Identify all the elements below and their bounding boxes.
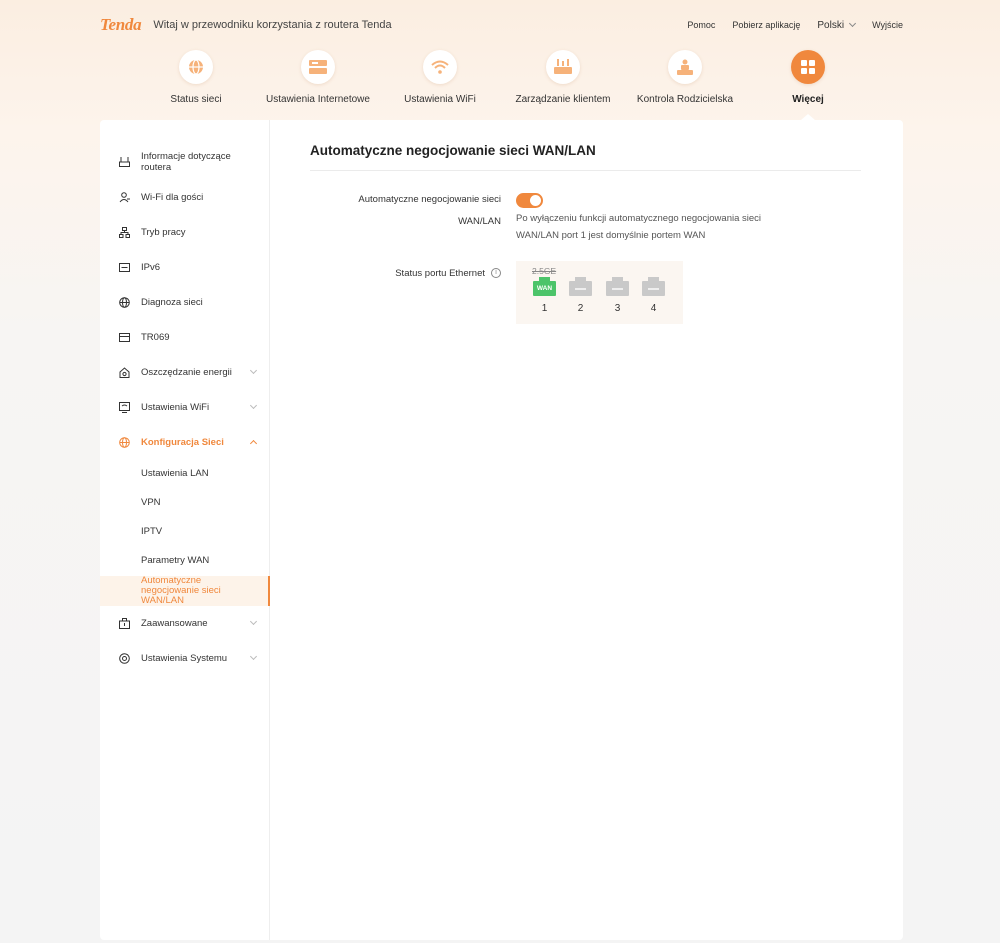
sidebar-item-tr069[interactable]: TR069	[100, 330, 270, 344]
topology-icon	[118, 226, 130, 238]
sidebar-item-work-mode[interactable]: Tryb pracy	[100, 225, 270, 239]
router-icon	[546, 50, 580, 84]
toolbox-icon	[118, 617, 130, 629]
guest-icon	[118, 191, 130, 203]
logout-link[interactable]: Wyjście	[872, 20, 903, 30]
sidebar-item-router-info[interactable]: Informacje dotyczące routera	[100, 151, 270, 173]
port-number: 4	[650, 303, 657, 314]
nav-label: Status sieci	[170, 94, 222, 105]
top-links: Pomoc Pobierz aplikację Polski Wyjście	[670, 20, 903, 31]
nav-ustawienia-internetowe[interactable]: Ustawienia Internetowe	[258, 50, 378, 105]
sidebar-subitem-lan-settings[interactable]: Ustawienia LAN	[100, 468, 270, 479]
main-panel: Informacje dotyczące routera Wi-Fi dla g…	[100, 120, 903, 940]
globe-icon	[179, 50, 213, 84]
chevron-up-icon[interactable]	[249, 439, 258, 448]
chevron-down-icon[interactable]	[249, 617, 258, 626]
top-bar: Tenda Witaj w przewodniku korzystania z …	[100, 14, 903, 36]
sidebar-subitem-wan-params[interactable]: Parametry WAN	[100, 555, 270, 566]
sidebar-item-wifi-settings[interactable]: Ustawienia WiFi	[100, 400, 270, 414]
ipv6-icon	[118, 261, 130, 273]
welcome-text: Witaj w przewodniku korzystania z router…	[153, 19, 392, 31]
toggle-knob	[530, 195, 541, 206]
chevron-down-icon[interactable]	[249, 652, 258, 661]
sidebar-item-energy-saving[interactable]: Oszczędzanie energii	[100, 365, 270, 379]
sidebar-subitem-vpn[interactable]: VPN	[100, 497, 270, 508]
tenda-logo[interactable]: Tenda	[100, 15, 142, 35]
nav-ustawienia-wifi[interactable]: Ustawienia WiFi	[380, 50, 500, 105]
nav-label: Więcej	[792, 94, 824, 105]
language-label: Polski	[817, 19, 845, 31]
port-speed-label: 2.5GE	[532, 266, 557, 276]
content-area: Automatyczne negocjowanie sieci WAN/LAN …	[270, 120, 903, 940]
info-icon[interactable]: i	[491, 268, 501, 279]
wifi-icon	[423, 50, 457, 84]
sidebar: Informacje dotyczące routera Wi-Fi dla g…	[100, 120, 270, 940]
auto-negotiation-description: Po wyłączeniu funkcji automatycznego neg…	[516, 213, 762, 241]
ethernet-port-4	[642, 277, 665, 296]
auto-negotiation-toggle[interactable]	[516, 193, 543, 208]
sidebar-item-label: Wi-Fi dla gości	[141, 191, 204, 203]
sidebar-item-label: Zaawansowane	[141, 617, 208, 629]
title-divider	[310, 170, 861, 171]
nav-kontrola-rodzicielska[interactable]: Kontrola Rodzicielska	[625, 50, 745, 105]
port-number: 3	[614, 303, 621, 314]
nav-wiecej[interactable]: Więcej	[748, 50, 868, 120]
sidebar-item-label: Ustawienia WiFi	[141, 401, 210, 413]
chevron-down-icon[interactable]	[249, 366, 258, 375]
sidebar-item-network-diagnosis[interactable]: Diagnoza sieci	[100, 295, 270, 309]
ethernet-port-1: WAN	[533, 277, 556, 296]
wifi-settings-icon	[118, 401, 130, 413]
internet-icon	[301, 50, 335, 84]
sidebar-item-network-config[interactable]: Konfiguracja Sieci	[100, 435, 270, 449]
sidebar-item-label: Tryb pracy	[141, 226, 186, 238]
tr069-icon	[118, 331, 130, 343]
nav-label: Ustawienia Internetowe	[266, 94, 370, 105]
sidebar-item-label: Konfiguracja Sieci	[141, 436, 224, 448]
auto-negotiation-label: Automatyczne negocjowanie sieci WAN/LAN	[358, 194, 501, 227]
sidebar-item-guest-wifi[interactable]: Wi-Fi dla gości	[100, 190, 270, 204]
ethernet-status-label: Status portu Ethernet i	[395, 264, 501, 284]
main-nav: Status sieci Ustawienia Internetowe Usta…	[160, 50, 850, 120]
nav-label: Ustawienia WiFi	[404, 94, 476, 105]
nav-zarzadzanie-klientem[interactable]: Zarządzanie klientem	[503, 50, 623, 105]
nav-label: Zarządzanie klientem	[515, 94, 611, 105]
chevron-down-icon	[849, 19, 857, 28]
page-title: Automatyczne negocjowanie sieci WAN/LAN	[310, 143, 596, 158]
nav-label: Kontrola Rodzicielska	[636, 94, 734, 105]
sidebar-subitem-iptv[interactable]: IPTV	[100, 526, 270, 537]
grid-icon	[791, 50, 825, 84]
sidebar-item-label: IPv6	[141, 261, 161, 273]
system-icon	[118, 652, 130, 664]
globe-icon	[118, 296, 130, 308]
help-link[interactable]: Pomoc	[687, 20, 715, 30]
sidebar-item-label: TR069	[141, 331, 170, 343]
sidebar-item-system-settings[interactable]: Ustawienia Systemu	[100, 651, 270, 665]
language-select[interactable]: Polski	[817, 19, 857, 31]
chevron-down-icon[interactable]	[249, 401, 258, 410]
sidebar-item-label: Oszczędzanie energii	[141, 366, 232, 378]
sidebar-item-label: Diagnoza sieci	[141, 296, 203, 308]
sidebar-item-advanced[interactable]: Zaawansowane	[100, 616, 270, 630]
port-number: 2	[577, 303, 584, 314]
ethernet-port-status: 2.5GE WAN 1 2 3 4	[516, 261, 683, 324]
sidebar-item-label: Informacje dotyczące routera	[141, 151, 231, 173]
nav-status-sieci[interactable]: Status sieci	[136, 50, 256, 105]
port-number: 1	[541, 303, 548, 314]
sidebar-item-label: Ustawienia Systemu	[141, 652, 228, 664]
ethernet-port-3	[606, 277, 629, 296]
router-info-icon	[118, 156, 130, 168]
ethernet-port-2	[569, 277, 592, 296]
sidebar-item-ipv6[interactable]: IPv6	[100, 260, 270, 274]
sidebar-subitem-wan-lan-autoneg[interactable]: Automatyczne negocjowanie sieci WAN/LAN	[100, 576, 270, 606]
globe-icon	[118, 436, 130, 448]
leaf-house-icon	[118, 366, 130, 378]
download-app-link[interactable]: Pobierz aplikację	[732, 20, 800, 30]
family-icon	[668, 50, 702, 84]
